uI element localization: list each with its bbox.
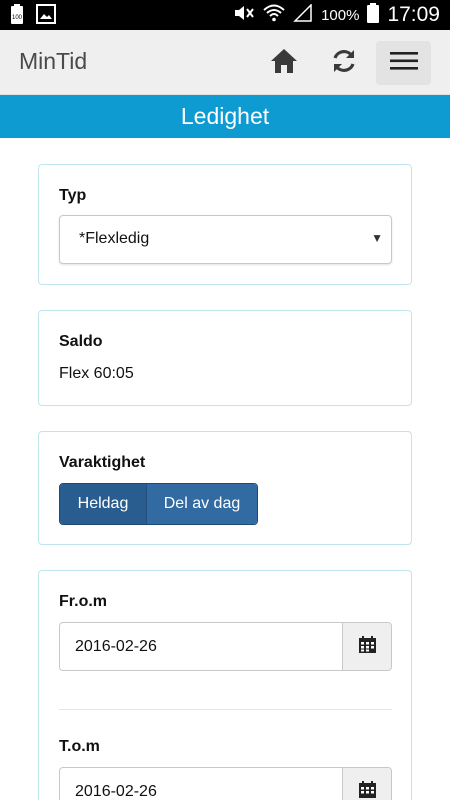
app-bar: MinTid	[0, 30, 450, 95]
saldo-value: Flex 60:05	[59, 365, 134, 382]
to-calendar-button[interactable]	[342, 768, 391, 800]
app-title: MinTid	[19, 48, 88, 74]
home-icon	[269, 47, 299, 80]
to-date-field[interactable]: 2016-02-26	[59, 767, 392, 800]
battery-icon	[367, 2, 380, 28]
page-title: Ledighet	[0, 95, 450, 138]
duration-toggle-group: Heldag Del av dag	[59, 483, 258, 525]
hamburger-menu-icon	[389, 50, 418, 77]
heldag-button[interactable]: Heldag	[60, 484, 146, 524]
dates-card: Fr.o.m 2016-02-26 T.o.m 2016-02-26	[38, 570, 412, 800]
menu-button[interactable]	[376, 41, 431, 85]
varaktighet-card: Varaktighet Heldag Del av dag	[38, 431, 412, 545]
typ-select[interactable]: *Flexledig ▼	[59, 215, 392, 264]
to-label: T.o.m	[59, 738, 100, 755]
to-date-value[interactable]: 2016-02-26	[60, 768, 342, 800]
status-left-icons: 100	[10, 4, 56, 29]
typ-selected-value: *Flexledig	[79, 230, 150, 247]
status-bar: 100 100% 17:09	[0, 0, 450, 30]
from-calendar-button[interactable]	[342, 623, 391, 670]
divider	[59, 709, 392, 710]
del-av-dag-button[interactable]: Del av dag	[146, 484, 257, 524]
varaktighet-label: Varaktighet	[59, 454, 146, 471]
status-right-icons: 100% 17:09	[233, 0, 440, 30]
home-button[interactable]	[262, 41, 306, 85]
mute-icon	[233, 4, 255, 27]
typ-label: Typ	[59, 187, 87, 204]
from-label: Fr.o.m	[59, 593, 108, 610]
battery-percent: 100%	[321, 6, 360, 24]
chevron-down-icon: ▼	[371, 231, 383, 245]
clock: 17:09	[387, 3, 440, 26]
image-notification-icon	[36, 4, 56, 29]
saldo-card: Saldo Flex 60:05	[38, 310, 412, 406]
from-date-field[interactable]: 2016-02-26	[59, 622, 392, 671]
saldo-label: Saldo	[59, 333, 103, 350]
refresh-icon	[330, 47, 358, 80]
signal-icon	[293, 2, 313, 27]
battery-notification-icon: 100	[10, 4, 24, 29]
refresh-button[interactable]	[322, 41, 366, 85]
wifi-icon	[263, 4, 285, 27]
calendar-icon	[358, 780, 376, 800]
calendar-icon	[358, 635, 376, 658]
from-date-value[interactable]: 2016-02-26	[60, 623, 342, 670]
battery-small-label: 100	[12, 15, 23, 21]
typ-card: Typ *Flexledig ▼	[38, 164, 412, 285]
